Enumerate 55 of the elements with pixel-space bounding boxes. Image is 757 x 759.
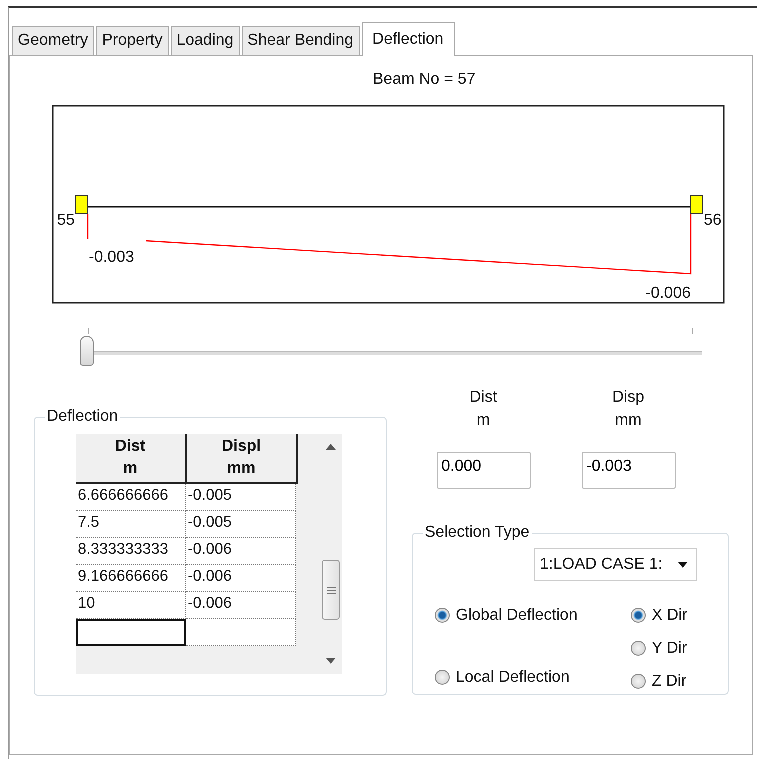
radio-label: X Dir: [652, 606, 688, 624]
scroll-thumb[interactable]: [322, 560, 340, 620]
column-header: Dist m: [76, 434, 187, 482]
load-case-dropdown[interactable]: 1:LOAD CASE 1:: [534, 548, 697, 581]
radio-option[interactable]: Y Dir: [631, 632, 688, 665]
deflection-value: -0.006: [646, 285, 691, 302]
caret-icon: [678, 562, 688, 568]
support-icon: [76, 196, 88, 214]
table-cell: 9.166666666: [76, 565, 186, 592]
readout-label: Dist m: [470, 388, 498, 431]
group-title: Selection Type: [424, 524, 531, 542]
readout-label: Disp mm: [612, 388, 644, 431]
table-cell: -0.005: [186, 511, 296, 538]
column-header: Displ mm: [187, 434, 298, 482]
radio-label: Y Dir: [652, 640, 688, 658]
table-cell: 10: [76, 592, 186, 619]
radio-button[interactable]: [435, 670, 450, 685]
radio-option[interactable]: X Dir: [631, 599, 688, 632]
tab[interactable]: Geometry: [12, 26, 94, 55]
new-row-cell[interactable]: [76, 619, 186, 646]
node-label: 55: [57, 212, 75, 229]
radio-button[interactable]: [435, 608, 450, 623]
radio-option[interactable]: Local Deflection: [435, 661, 631, 694]
table-cell: -0.006: [186, 565, 296, 592]
radio-button[interactable]: [631, 608, 646, 623]
support-icon: [690, 196, 704, 214]
radio-label: Local Deflection: [456, 668, 570, 686]
value-field[interactable]: -0.003: [582, 452, 676, 489]
radio-button[interactable]: [631, 641, 646, 656]
radio-label: Z Dir: [652, 672, 687, 690]
table-cell: -0.006: [186, 592, 296, 619]
radio-option[interactable]: Z Dir: [631, 665, 688, 698]
tab[interactable]: Shear Bending: [242, 26, 360, 55]
table-cell: 6.666666666: [76, 484, 186, 511]
grip-icon: [326, 586, 336, 594]
tab[interactable]: Loading: [170, 26, 240, 55]
table-cell: 8.333333333: [76, 538, 186, 565]
group-title: Deflection: [46, 408, 120, 426]
node-label: 56: [704, 212, 722, 229]
tab[interactable]: Property: [96, 26, 169, 55]
tab[interactable]: Deflection: [362, 22, 455, 56]
table-cell: 7.5: [76, 511, 186, 538]
new-row-cell[interactable]: [186, 619, 296, 646]
scroll-up-icon[interactable]: [326, 444, 336, 450]
radio-button[interactable]: [631, 674, 646, 689]
slider-thumb[interactable]: [80, 336, 94, 366]
deflection-value: -0.003: [89, 249, 134, 266]
radio-label: Global Deflection: [456, 606, 578, 624]
value-field[interactable]: 0.000: [436, 452, 530, 489]
radio-option[interactable]: Global Deflection: [435, 599, 631, 632]
deflection-line: [87, 214, 89, 239]
scroll-down-icon[interactable]: [326, 658, 336, 664]
table-cell: -0.005: [186, 484, 296, 511]
beam-label: Beam No = 57: [372, 71, 477, 90]
table-cell: -0.006: [186, 538, 296, 565]
